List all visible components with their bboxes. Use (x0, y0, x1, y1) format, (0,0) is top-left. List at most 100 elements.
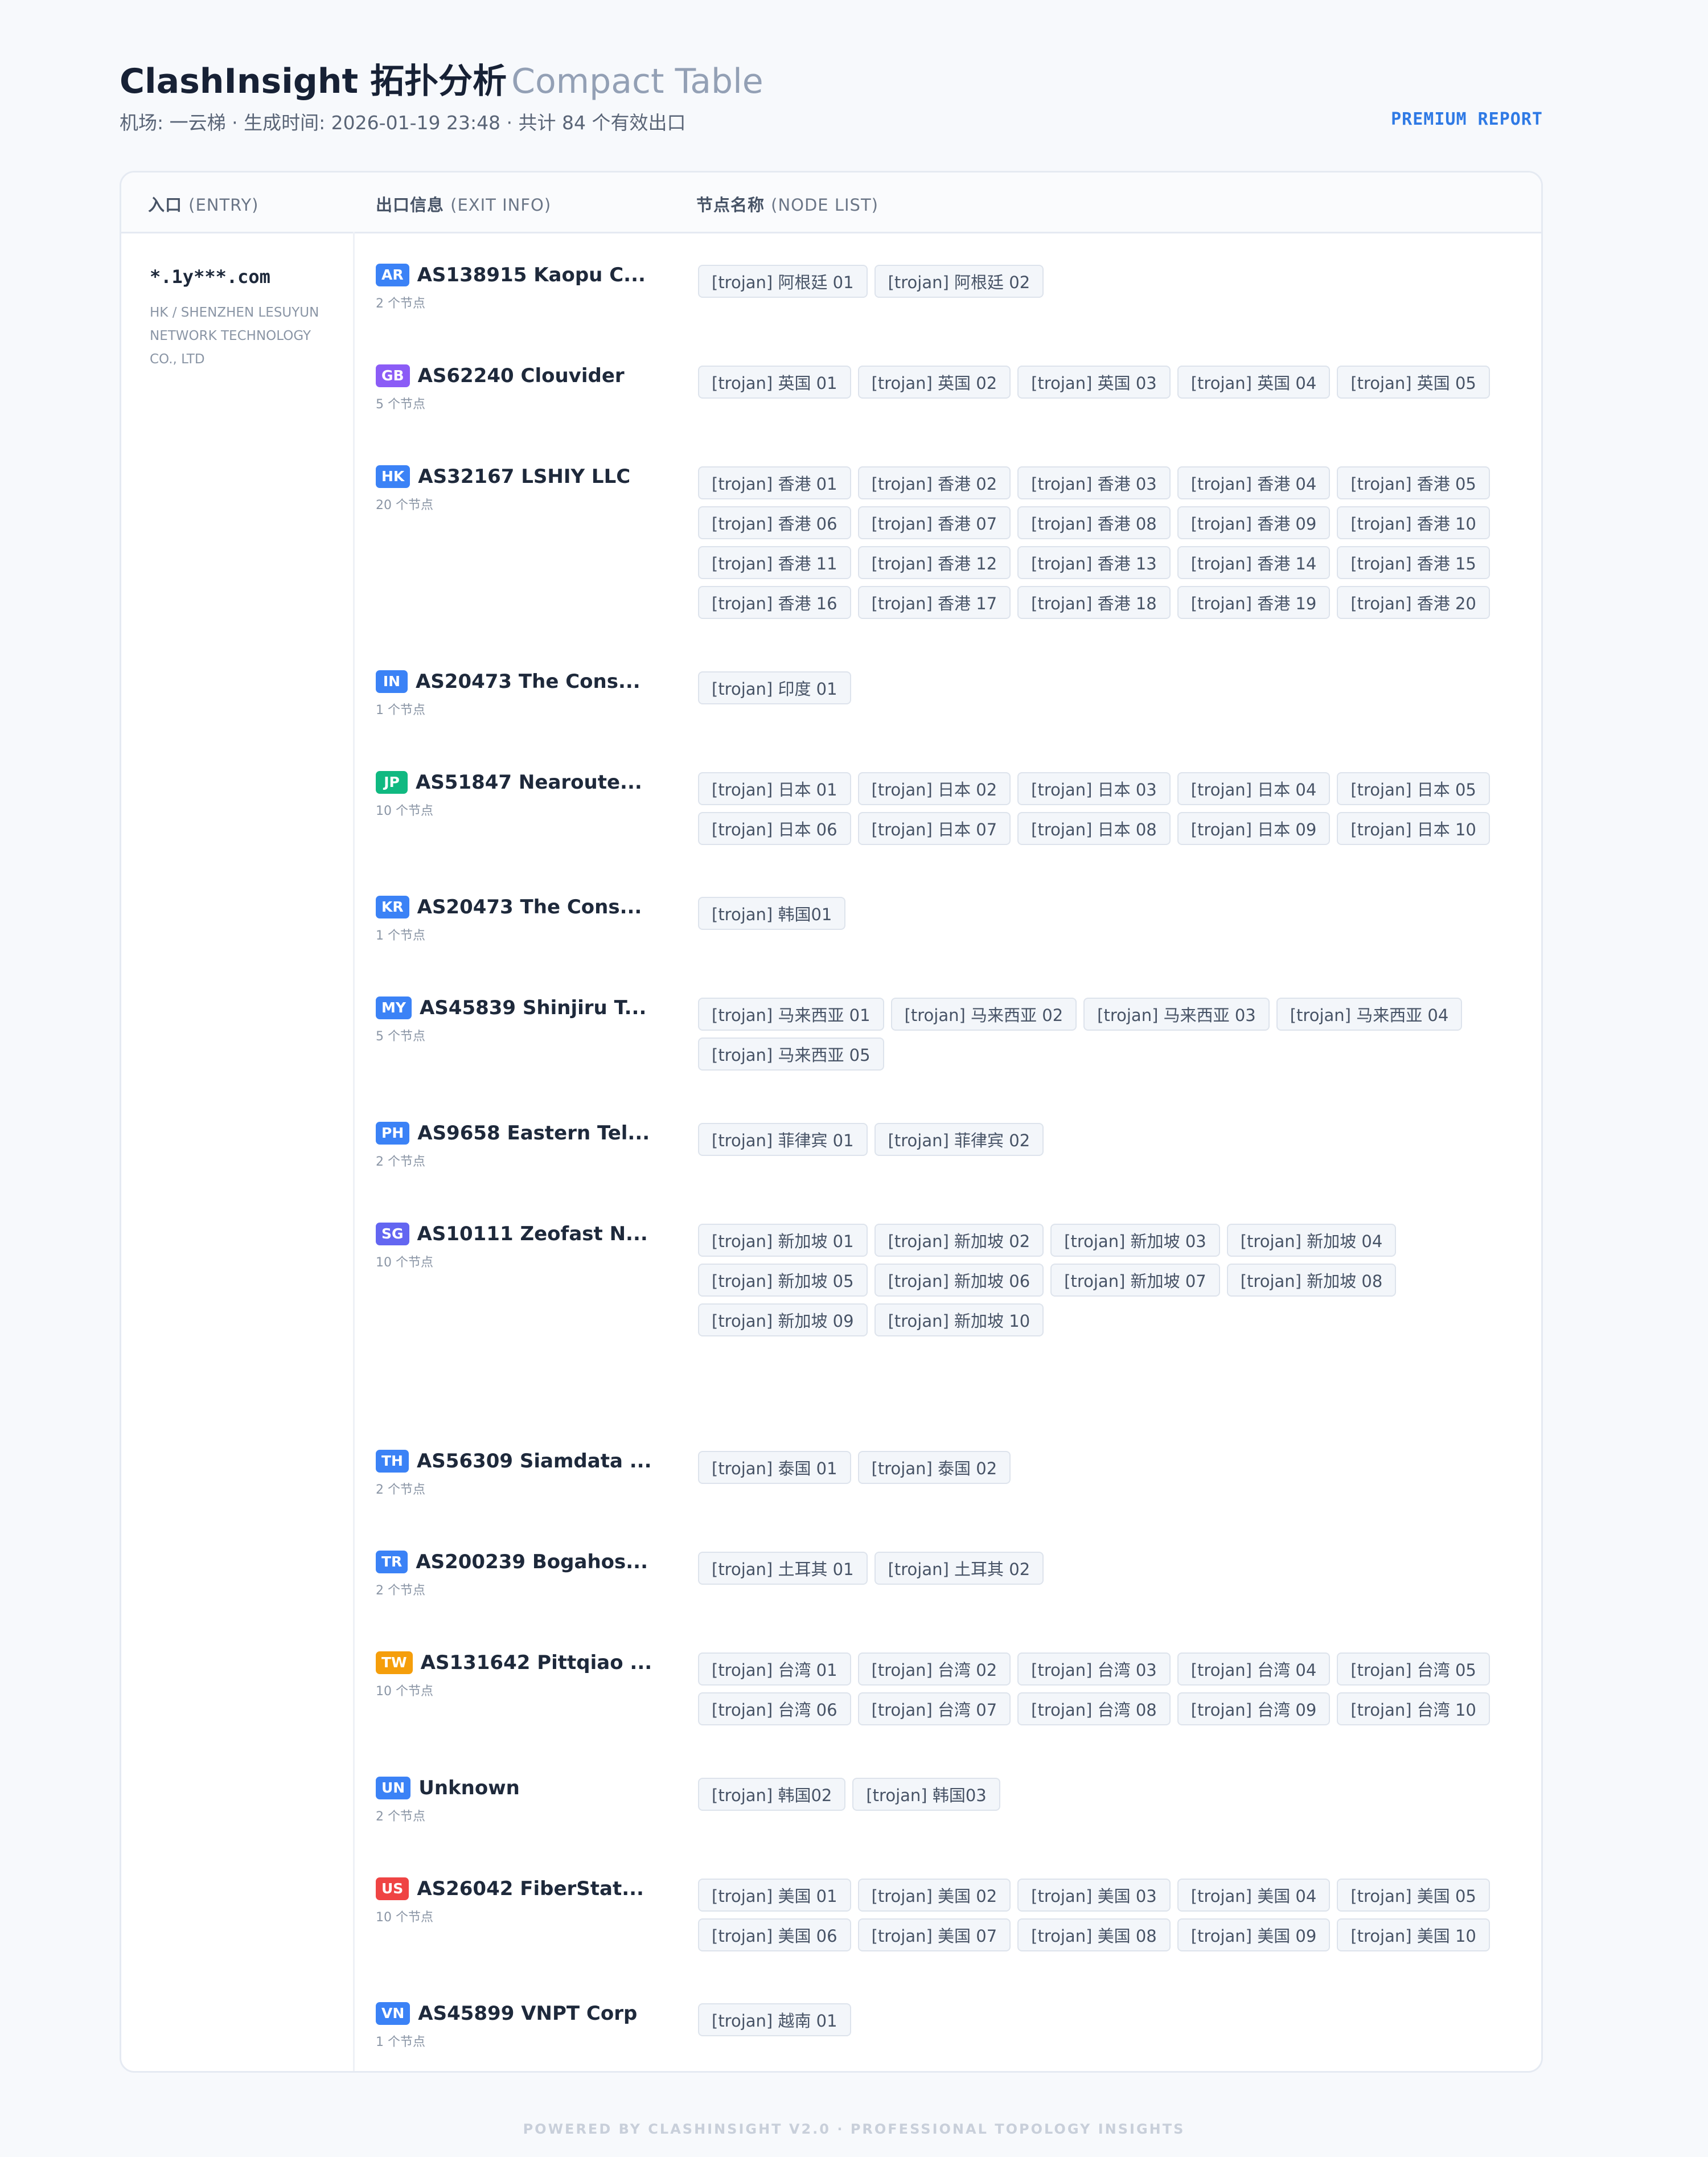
node-tag[interactable]: [trojan] 香港 15 (1337, 546, 1490, 579)
node-tag[interactable]: [trojan] 日本 05 (1337, 772, 1490, 805)
node-tag[interactable]: [trojan] 日本 09 (1177, 812, 1331, 845)
exit-header-en: (EXIT INFO) (450, 195, 552, 215)
node-tag[interactable]: [trojan] 英国 01 (698, 366, 851, 399)
node-tag[interactable]: [trojan] 台湾 06 (698, 1692, 851, 1725)
node-tag[interactable]: [trojan] 英国 03 (1017, 366, 1171, 399)
node-tag[interactable]: [trojan] 日本 07 (857, 812, 1011, 845)
node-tag[interactable]: [trojan] 英国 05 (1337, 366, 1490, 399)
node-tag[interactable]: [trojan] 台湾 10 (1337, 1692, 1490, 1725)
node-tag[interactable]: [trojan] 马来西亚 04 (1276, 998, 1463, 1031)
node-tag[interactable]: [trojan] 韩国01 (698, 897, 846, 930)
node-list: [trojan] 新加坡 01 [trojan] 新加坡 02 [trojan] 新… (698, 1224, 1529, 1343)
node-tag[interactable]: [trojan] 台湾 08 (1017, 1692, 1171, 1725)
node-tag[interactable]: [trojan] 新加坡 09 (698, 1303, 868, 1336)
node-tag[interactable]: [trojan] 英国 02 (857, 366, 1011, 399)
node-tag[interactable]: [trojan] 香港 16 (698, 586, 851, 619)
node-tag[interactable]: [trojan] 香港 07 (857, 506, 1011, 539)
node-tag[interactable]: [trojan] 香港 02 (857, 466, 1011, 499)
node-tag[interactable]: [trojan] 香港 01 (698, 466, 851, 499)
node-tag[interactable]: [trojan] 香港 09 (1177, 506, 1331, 539)
node-tag[interactable]: [trojan] 新加坡 08 (1226, 1264, 1397, 1297)
node-tag[interactable]: [trojan] 土耳其 01 (698, 1552, 868, 1585)
exit-title-line: MY AS45839 Shinjiru T... (376, 997, 672, 1025)
node-count: 10 个节点 (376, 804, 433, 818)
node-tag[interactable]: [trojan] 日本 04 (1177, 772, 1331, 805)
node-tag[interactable]: [trojan] 土耳其 02 (874, 1552, 1044, 1585)
node-tag[interactable]: [trojan] 新加坡 02 (874, 1224, 1044, 1257)
node-tag[interactable]: [trojan] 台湾 07 (857, 1692, 1011, 1725)
node-tag[interactable]: [trojan] 马来西亚 05 (698, 1038, 884, 1071)
node-tag[interactable]: [trojan] 菲律宾 01 (698, 1123, 868, 1156)
node-tag[interactable]: [trojan] 香港 04 (1177, 466, 1331, 499)
node-tag[interactable]: [trojan] 马来西亚 01 (698, 998, 884, 1031)
node-tag[interactable]: [trojan] 日本 01 (698, 772, 851, 805)
node-tag[interactable]: [trojan] 阿根廷 01 (698, 265, 868, 298)
node-tag[interactable]: [trojan] 台湾 09 (1177, 1692, 1331, 1725)
node-tag[interactable]: [trojan] 马来西亚 02 (890, 998, 1077, 1031)
node-tag[interactable]: [trojan] 香港 19 (1177, 586, 1331, 619)
node-tag[interactable]: [trojan] 美国 04 (1177, 1879, 1331, 1912)
node-tag[interactable]: [trojan] 美国 05 (1337, 1879, 1490, 1912)
node-tag[interactable]: [trojan] 新加坡 01 (698, 1224, 868, 1257)
node-tag[interactable]: [trojan] 日本 02 (857, 772, 1011, 805)
node-tag[interactable]: [trojan] 新加坡 07 (1050, 1264, 1220, 1297)
title-sub: Compact Table (511, 61, 763, 101)
node-tag[interactable]: [trojan] 新加坡 06 (874, 1264, 1044, 1297)
node-tag[interactable]: [trojan] 香港 06 (698, 506, 851, 539)
node-tag[interactable]: [trojan] 美国 03 (1017, 1879, 1171, 1912)
node-tag[interactable]: [trojan] 菲律宾 02 (874, 1123, 1044, 1156)
node-tag[interactable]: [trojan] 香港 20 (1337, 586, 1490, 619)
node-tag[interactable]: [trojan] 越南 01 (698, 2003, 851, 2036)
node-tag[interactable]: [trojan] 台湾 03 (1017, 1652, 1171, 1686)
entry-domain: *.1y***.com (150, 266, 270, 288)
node-tag[interactable]: [trojan] 新加坡 10 (874, 1303, 1044, 1336)
node-tag[interactable]: [trojan] 新加坡 03 (1050, 1224, 1220, 1257)
node-count: 10 个节点 (376, 1256, 433, 1270)
node-count: 10 个节点 (376, 1910, 433, 1925)
node-tag[interactable]: [trojan] 香港 10 (1337, 506, 1490, 539)
node-tag[interactable]: [trojan] 美国 01 (698, 1879, 851, 1912)
node-tag[interactable]: [trojan] 香港 14 (1177, 546, 1331, 579)
node-tag[interactable]: [trojan] 印度 01 (698, 671, 851, 704)
node-tag[interactable]: [trojan] 美国 10 (1337, 1918, 1490, 1951)
node-tag[interactable]: [trojan] 英国 04 (1177, 366, 1331, 399)
node-tag[interactable]: [trojan] 香港 03 (1017, 466, 1171, 499)
node-tag[interactable]: [trojan] 泰国 02 (857, 1451, 1011, 1484)
exit-title-line: SG AS10111 Zeofast N... (376, 1223, 672, 1251)
node-tag[interactable]: [trojan] 台湾 04 (1177, 1652, 1331, 1686)
node-tag[interactable]: [trojan] 日本 08 (1017, 812, 1171, 845)
exit-info: AR AS138915 Kaopu C... 2 个节点 (376, 264, 672, 311)
asn-label: AS56309 Siamdata ... (416, 1450, 652, 1473)
node-tag[interactable]: [trojan] 香港 05 (1337, 466, 1490, 499)
node-tag[interactable]: [trojan] 美国 02 (857, 1879, 1011, 1912)
node-tag[interactable]: [trojan] 日本 03 (1017, 772, 1171, 805)
node-tag[interactable]: [trojan] 美国 06 (698, 1918, 851, 1951)
node-tag[interactable]: [trojan] 香港 17 (857, 586, 1011, 619)
node-tag[interactable]: [trojan] 香港 08 (1017, 506, 1171, 539)
node-tag[interactable]: [trojan] 香港 13 (1017, 546, 1171, 579)
node-tag[interactable]: [trojan] 日本 10 (1337, 812, 1490, 845)
asn-label: AS138915 Kaopu C... (417, 264, 646, 286)
exit-title-line: PH AS9658 Eastern Tel... (376, 1122, 672, 1150)
exit-info: TR AS200239 Bogahos... 2 个节点 (376, 1551, 672, 1598)
node-tag[interactable]: [trojan] 美国 09 (1177, 1918, 1331, 1951)
node-tag[interactable]: [trojan] 香港 11 (698, 546, 851, 579)
node-tag[interactable]: [trojan] 台湾 02 (857, 1652, 1011, 1686)
node-tag[interactable]: [trojan] 阿根廷 02 (874, 265, 1044, 298)
node-tag[interactable]: [trojan] 香港 18 (1017, 586, 1171, 619)
node-tag[interactable]: [trojan] 台湾 05 (1337, 1652, 1490, 1686)
node-tag[interactable]: [trojan] 新加坡 04 (1226, 1224, 1397, 1257)
node-tag[interactable]: [trojan] 美国 07 (857, 1918, 1011, 1951)
node-tag[interactable]: [trojan] 韩国02 (698, 1778, 846, 1811)
asn-label: AS45839 Shinjiru T... (419, 997, 647, 1019)
node-tag[interactable]: [trojan] 新加坡 05 (698, 1264, 868, 1297)
node-tag[interactable]: [trojan] 台湾 01 (698, 1652, 851, 1686)
node-tag[interactable]: [trojan] 美国 08 (1017, 1918, 1171, 1951)
node-tag[interactable]: [trojan] 韩国03 (852, 1778, 1000, 1811)
node-tag[interactable]: [trojan] 马来西亚 03 (1083, 998, 1270, 1031)
node-count: 2 个节点 (376, 297, 425, 311)
node-tag[interactable]: [trojan] 泰国 01 (698, 1451, 851, 1484)
node-tag[interactable]: [trojan] 日本 06 (698, 812, 851, 845)
node-tag[interactable]: [trojan] 香港 12 (857, 546, 1011, 579)
node-count: 2 个节点 (376, 1810, 425, 1824)
